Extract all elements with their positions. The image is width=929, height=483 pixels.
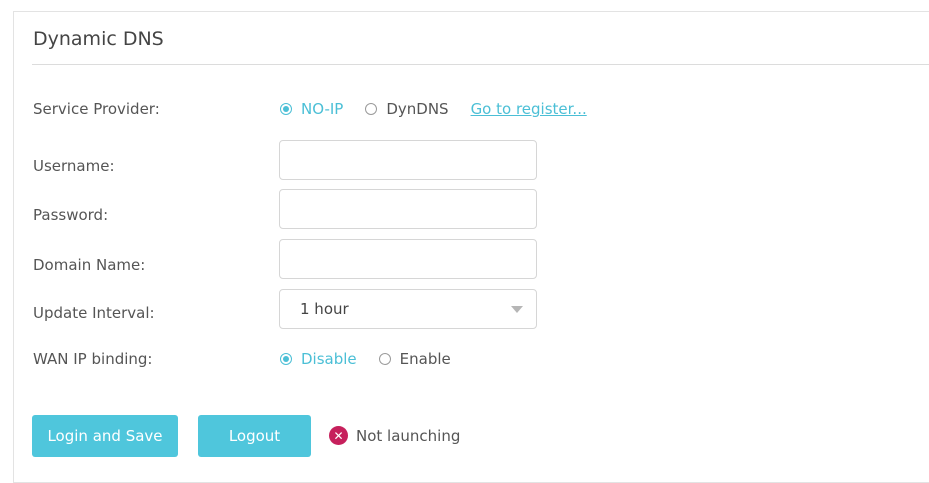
- disable-radio[interactable]: [280, 353, 292, 365]
- chevron-down-icon: [511, 306, 523, 313]
- service-provider-label: Service Provider:: [33, 100, 160, 118]
- username-field[interactable]: [279, 140, 537, 180]
- password-label: Password:: [33, 206, 109, 224]
- wan-ip-binding-label: WAN IP binding:: [33, 350, 153, 368]
- update-interval-value: 1 hour: [300, 300, 349, 318]
- domain-name-field[interactable]: [279, 239, 537, 279]
- enable-radio[interactable]: [378, 353, 391, 365]
- error-x-icon: ✕: [329, 426, 348, 445]
- page-title: Dynamic DNS: [33, 28, 164, 50]
- username-label: Username:: [33, 157, 115, 175]
- login-and-save-button[interactable]: Login and Save: [32, 415, 178, 457]
- dyndns-radio-label[interactable]: DynDNS: [386, 100, 448, 118]
- dynamic-dns-panel: Dynamic DNS Service Provider: NO-IP DynD…: [13, 11, 929, 483]
- service-provider-radio-group: NO-IP DynDNS Go to register...: [280, 100, 587, 118]
- logout-button[interactable]: Logout: [198, 415, 311, 457]
- title-divider: [32, 64, 929, 65]
- disable-radio-label[interactable]: Disable: [301, 350, 357, 368]
- connection-status: ✕ Not launching: [329, 426, 460, 445]
- domain-name-label: Domain Name:: [33, 256, 146, 274]
- dyndns-radio[interactable]: [365, 103, 378, 115]
- enable-radio-label[interactable]: Enable: [400, 350, 451, 368]
- noip-radio[interactable]: [280, 103, 292, 115]
- noip-radio-label[interactable]: NO-IP: [301, 100, 343, 118]
- update-interval-label: Update Interval:: [33, 304, 155, 322]
- status-text: Not launching: [356, 426, 461, 445]
- update-interval-select[interactable]: 1 hour: [279, 289, 537, 329]
- go-to-register-link[interactable]: Go to register...: [471, 100, 587, 118]
- wan-ip-binding-radio-group: Disable Enable: [280, 350, 451, 368]
- password-field[interactable]: [279, 189, 537, 229]
